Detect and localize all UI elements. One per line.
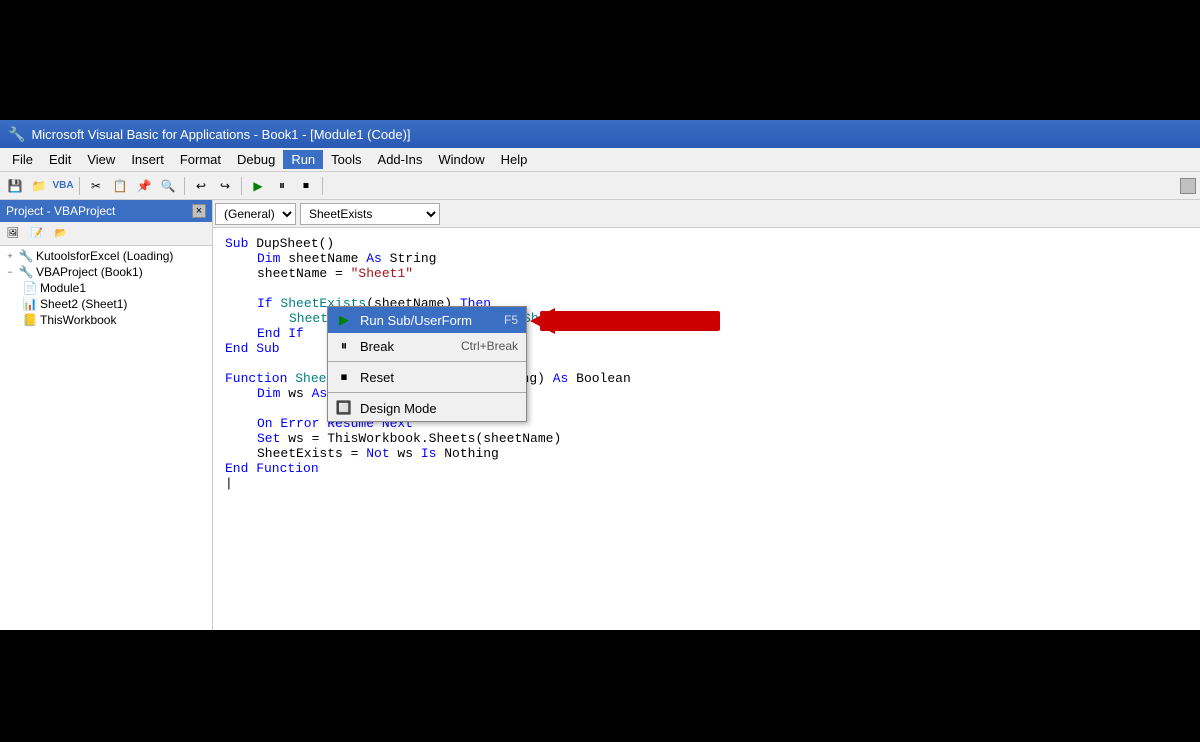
separator-3 bbox=[241, 177, 242, 195]
menu-window[interactable]: Window bbox=[430, 150, 492, 169]
arrow-svg bbox=[530, 303, 750, 339]
tree-item-sheet2[interactable]: 📊 Sheet2 (Sheet1) bbox=[2, 296, 210, 312]
menu-separator-2 bbox=[328, 392, 526, 393]
toolbar-cut[interactable]: ✂ bbox=[85, 175, 107, 197]
menu-addins[interactable]: Add-Ins bbox=[370, 150, 431, 169]
break-label: Break bbox=[360, 339, 394, 354]
menu-design-mode[interactable]: 🔲 Design Mode bbox=[328, 395, 526, 421]
vba-window: 🔧 Microsoft Visual Basic for Application… bbox=[0, 120, 1200, 630]
run-sub-icon: ▶ bbox=[336, 312, 352, 328]
menu-bar: File Edit View Insert Format Debug Run T… bbox=[0, 148, 1200, 172]
project-toolbar: 🖼 📝 📂 bbox=[0, 222, 212, 246]
code-line-14: Set ws = ThisWorkbook.Sheets(sheetName) bbox=[225, 431, 1188, 446]
project-view-code[interactable]: 📝 bbox=[26, 223, 48, 245]
code-toolbar: (General) SheetExists bbox=[213, 200, 1200, 228]
run-sub-label: Run Sub/UserForm bbox=[360, 313, 472, 328]
tree-item-kutoolsforexcel[interactable]: + 🔧 KutoolsforExcel (Loading) bbox=[2, 248, 210, 264]
general-dropdown[interactable]: (General) bbox=[215, 203, 296, 225]
project-panel: Project - VBAProject × 🖼 📝 📂 + 🔧 Kutools… bbox=[0, 200, 213, 630]
break-shortcut: Ctrl+Break bbox=[461, 339, 518, 353]
project-panel-header: Project - VBAProject × bbox=[0, 200, 212, 222]
menu-run[interactable]: Run bbox=[283, 150, 323, 169]
expand-icon: + bbox=[2, 249, 18, 263]
code-content[interactable]: Sub DupSheet() Dim sheetName As String s… bbox=[213, 228, 1200, 630]
toolbar-find[interactable]: 🔍 bbox=[157, 175, 179, 197]
project-icon: 🔧 bbox=[18, 249, 34, 263]
tree-label-thisworkbook: ThisWorkbook bbox=[40, 313, 116, 327]
menu-break[interactable]: ⏸ Break Ctrl+Break bbox=[328, 333, 526, 359]
tree-label-kutoolsforexcel: KutoolsforExcel (Loading) bbox=[36, 249, 173, 263]
break-icon: ⏸ bbox=[336, 338, 352, 354]
menu-view[interactable]: View bbox=[79, 150, 123, 169]
main-toolbar: 💾 📁 VBA ✂ 📋 📌 🔍 ↩ ↪ ▶ ⏸ ⏹ bbox=[0, 172, 1200, 200]
title-bar: 🔧 Microsoft Visual Basic for Application… bbox=[0, 120, 1200, 148]
menu-help[interactable]: Help bbox=[493, 150, 536, 169]
tree-label-sheet2: Sheet2 (Sheet1) bbox=[40, 297, 127, 311]
toolbar-reset[interactable]: ⏹ bbox=[295, 175, 317, 197]
toolbar-open[interactable]: 📁 bbox=[28, 175, 50, 197]
reset-label: Reset bbox=[360, 370, 394, 385]
tree-item-vbaproject[interactable]: − 🔧 VBAProject (Book1) bbox=[2, 264, 210, 280]
code-line-17: | bbox=[225, 476, 1188, 491]
separator-1 bbox=[79, 177, 80, 195]
vba-icon: 🔧 bbox=[8, 126, 25, 143]
sheet-icon: 📊 bbox=[22, 297, 38, 311]
arrow-annotation bbox=[530, 303, 750, 342]
code-line-2: Dim sheetName As String bbox=[225, 251, 1188, 266]
code-line-15: SheetExists = Not ws Is Nothing bbox=[225, 446, 1188, 461]
menu-debug[interactable]: Debug bbox=[229, 150, 283, 169]
window-title: Microsoft Visual Basic for Applications … bbox=[31, 127, 410, 142]
code-line-4 bbox=[225, 281, 1188, 296]
separator-4 bbox=[322, 177, 323, 195]
menu-edit[interactable]: Edit bbox=[41, 150, 79, 169]
toolbar-redo[interactable]: ↪ bbox=[214, 175, 236, 197]
menu-insert[interactable]: Insert bbox=[123, 150, 172, 169]
expand-icon-2: − bbox=[2, 265, 18, 279]
main-area: Project - VBAProject × 🖼 📝 📂 + 🔧 Kutools… bbox=[0, 200, 1200, 630]
toolbar-break[interactable]: ⏸ bbox=[271, 175, 293, 197]
run-sub-shortcut: F5 bbox=[504, 313, 518, 327]
toolbar-undo[interactable]: ↩ bbox=[190, 175, 212, 197]
menu-run-sub-userform[interactable]: ▶ Run Sub/UserForm F5 bbox=[328, 307, 526, 333]
toolbar-save[interactable]: 💾 bbox=[4, 175, 26, 197]
menu-format[interactable]: Format bbox=[172, 150, 229, 169]
project-view-object[interactable]: 🖼 bbox=[2, 223, 24, 245]
reset-icon: ⏹ bbox=[336, 369, 352, 385]
toolbar-copy[interactable]: 📋 bbox=[109, 175, 131, 197]
code-line-1: Sub DupSheet() bbox=[225, 236, 1188, 251]
module-icon: 📄 bbox=[22, 281, 38, 295]
design-icon: 🔲 bbox=[336, 400, 352, 416]
menu-tools[interactable]: Tools bbox=[323, 150, 369, 169]
project-folder[interactable]: 📂 bbox=[50, 223, 72, 245]
tree-item-module1[interactable]: 📄 Module1 bbox=[2, 280, 210, 296]
project-panel-close[interactable]: × bbox=[192, 204, 206, 218]
project-tree: + 🔧 KutoolsforExcel (Loading) − 🔧 VBAPro… bbox=[0, 246, 212, 630]
workbook-icon: 📒 bbox=[22, 313, 38, 327]
separator-2 bbox=[184, 177, 185, 195]
code-line-16: End Function bbox=[225, 461, 1188, 476]
menu-separator bbox=[328, 361, 526, 362]
run-dropdown-menu: ▶ Run Sub/UserForm F5 ⏸ Break Ctrl+Break… bbox=[327, 306, 527, 422]
code-line-3: sheetName = "Sheet1" bbox=[225, 266, 1188, 281]
menu-file[interactable]: File bbox=[4, 150, 41, 169]
function-dropdown[interactable]: SheetExists bbox=[300, 203, 440, 225]
tree-item-thisworkbook[interactable]: 📒 ThisWorkbook bbox=[2, 312, 210, 328]
toolbar-vba[interactable]: VBA bbox=[52, 175, 74, 197]
design-label: Design Mode bbox=[360, 401, 437, 416]
toolbar-run[interactable]: ▶ bbox=[247, 175, 269, 197]
menu-reset[interactable]: ⏹ Reset bbox=[328, 364, 526, 390]
tree-label-module1: Module1 bbox=[40, 281, 86, 295]
tree-label-vbaproject: VBAProject (Book1) bbox=[36, 265, 143, 279]
toolbar-paste[interactable]: 📌 bbox=[133, 175, 155, 197]
vbaproject-icon: 🔧 bbox=[18, 265, 34, 279]
toolbar-scroll[interactable] bbox=[1180, 178, 1196, 194]
project-panel-title: Project - VBAProject bbox=[6, 204, 115, 218]
